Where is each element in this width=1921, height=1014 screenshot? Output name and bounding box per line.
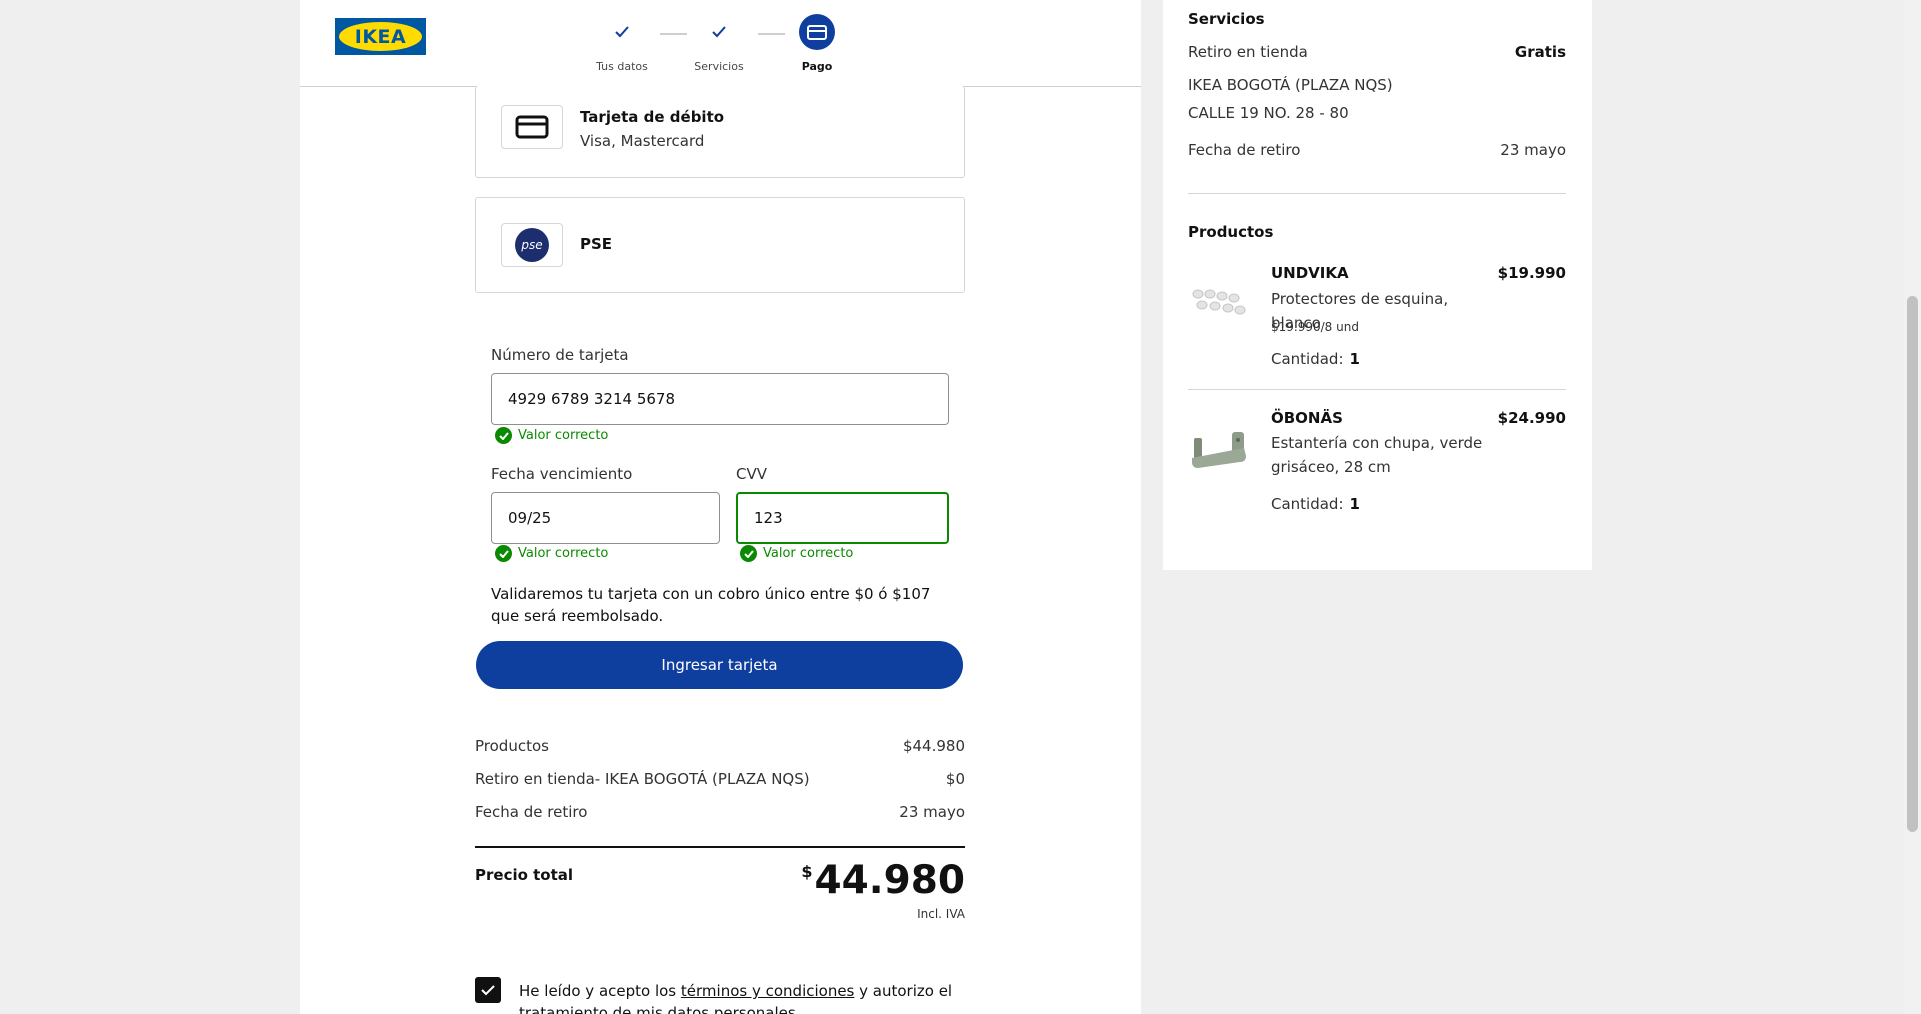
pickup-label: Retiro en tienda [1188,43,1308,61]
product-description: Estantería con chupa, verde grisáceo, 28… [1271,434,1483,476]
ikea-logo[interactable]: IKEA [335,18,426,55]
checkout-main-panel: IKEA Tus datos Servicios Pago Tarjeta de… [300,0,1141,1014]
incl-iva-note: Incl. IVA [917,907,965,921]
summary-row-pickup: Retiro en tienda- IKEA BOGOTÁ (PLAZA NQS… [475,770,965,788]
store-name: IKEA BOGOTÁ (PLAZA NQS) [1188,76,1393,94]
payment-option-debit-card[interactable]: Tarjeta de débito Visa, Mastercard [475,86,965,178]
pse-logo-text: pse [515,228,549,262]
quantity-label: Cantidad: [1271,495,1344,513]
total-price: $ 44.980 [801,858,965,903]
summary-label: Productos [475,737,549,755]
terms-text: He leído y acepto los términos y condici… [519,980,969,1014]
valid-text: Valor correcto [763,546,854,561]
summary-label: Fecha de retiro [475,803,588,821]
payment-option-title: Tarjeta de débito [580,108,725,126]
cvv-label: CVV [736,465,767,483]
step-label: Servicios [694,60,744,73]
checkmark-icon [481,984,495,995]
step-servicios[interactable]: Servicios [664,14,774,73]
valid-text: Valor correcto [518,428,609,443]
summary-value: $44.980 [902,737,965,755]
pickup-date-value: 23 mayo [1500,141,1566,159]
card-number-valid-msg: Valor correcto [495,427,608,444]
expiry-label: Fecha vencimiento [491,465,633,483]
summary-row-products: Productos $44.980 [475,737,965,755]
product-quantity: Cantidad: 1 [1271,350,1360,368]
pickup-row: Retiro en tienda Gratis [1188,43,1566,61]
total-label: Precio total [475,866,574,884]
step-label: Tus datos [596,60,648,73]
total-currency: $ [801,862,813,881]
pickup-date-row: Fecha de retiro 23 mayo [1188,141,1566,159]
terms-prefix: He leído y acepto los [519,982,681,1000]
step-pago-icon-wrap [762,14,872,50]
order-sidebar: Servicios Retiro en tienda Gratis IKEA B… [1163,0,1592,570]
terms-link[interactable]: términos y condiciones [681,982,854,1000]
page-scrollbar-thumb[interactable] [1907,296,1918,832]
product-price: $19.990 [1497,264,1566,282]
summary-label: Retiro en tienda- IKEA BOGOTÁ (PLAZA NQS… [475,770,810,788]
summary-value: 23 mayo [899,803,965,821]
quantity-value: 1 [1349,350,1360,368]
step-label: Pago [801,60,833,73]
product-image-obonas[interactable] [1188,418,1248,478]
checkmark-icon [567,14,677,50]
summary-row-pickup-date: Fecha de retiro 23 mayo [475,803,965,821]
summary-divider [475,846,965,848]
payment-option-pse[interactable]: pse PSE [475,197,965,293]
pse-logo-icon: pse [501,223,563,267]
product-price: $24.990 [1497,409,1566,427]
sidebar-divider [1188,193,1566,194]
ikea-logo-text: IKEA [339,22,422,51]
check-circle-icon [740,545,757,562]
product-name[interactable]: UNDVIKA [1271,264,1349,282]
step-tus-datos[interactable]: Tus datos [567,14,677,73]
payment-option-subtitle: Visa, Mastercard [580,132,705,150]
product-divider [1188,389,1566,390]
check-circle-icon [495,427,512,444]
store-address: CALLE 19 NO. 28 - 80 [1188,104,1349,122]
step-pago[interactable]: Pago [762,14,872,73]
summary-value: $0 [945,770,965,788]
check-circle-icon [495,545,512,562]
pickup-value: Gratis [1514,43,1566,61]
expiry-input[interactable] [491,492,720,544]
card-icon [501,105,563,149]
product-quantity: Cantidad: 1 [1271,495,1360,513]
valid-text: Valor correcto [518,546,609,561]
terms-checkbox[interactable] [475,977,501,1003]
card-number-label: Número de tarjeta [491,346,629,364]
quantity-label: Cantidad: [1271,350,1344,368]
payment-option-title: PSE [580,235,613,253]
card-number-input[interactable] [491,373,949,425]
expiry-valid-msg: Valor correcto [495,545,608,562]
card-validation-info: Validaremos tu tarjeta con un cobro únic… [491,585,931,625]
product-name[interactable]: ÖBONÄS [1271,409,1343,427]
total-value: 44.980 [814,858,966,903]
quantity-value: 1 [1349,495,1360,513]
pickup-date-label: Fecha de retiro [1188,141,1301,159]
product-unit-price: $19.990/8 und [1271,320,1359,334]
product-image-undvika[interactable] [1188,272,1248,332]
cvv-input[interactable] [736,492,949,544]
products-title: Productos [1188,223,1274,241]
cvv-valid-msg: Valor correcto [740,545,853,562]
add-card-button[interactable]: Ingresar tarjeta [476,641,963,689]
card-icon [799,14,835,50]
services-title: Servicios [1188,10,1265,28]
checkout-header: IKEA Tus datos Servicios Pago [300,0,1141,87]
checkmark-icon [664,14,774,50]
